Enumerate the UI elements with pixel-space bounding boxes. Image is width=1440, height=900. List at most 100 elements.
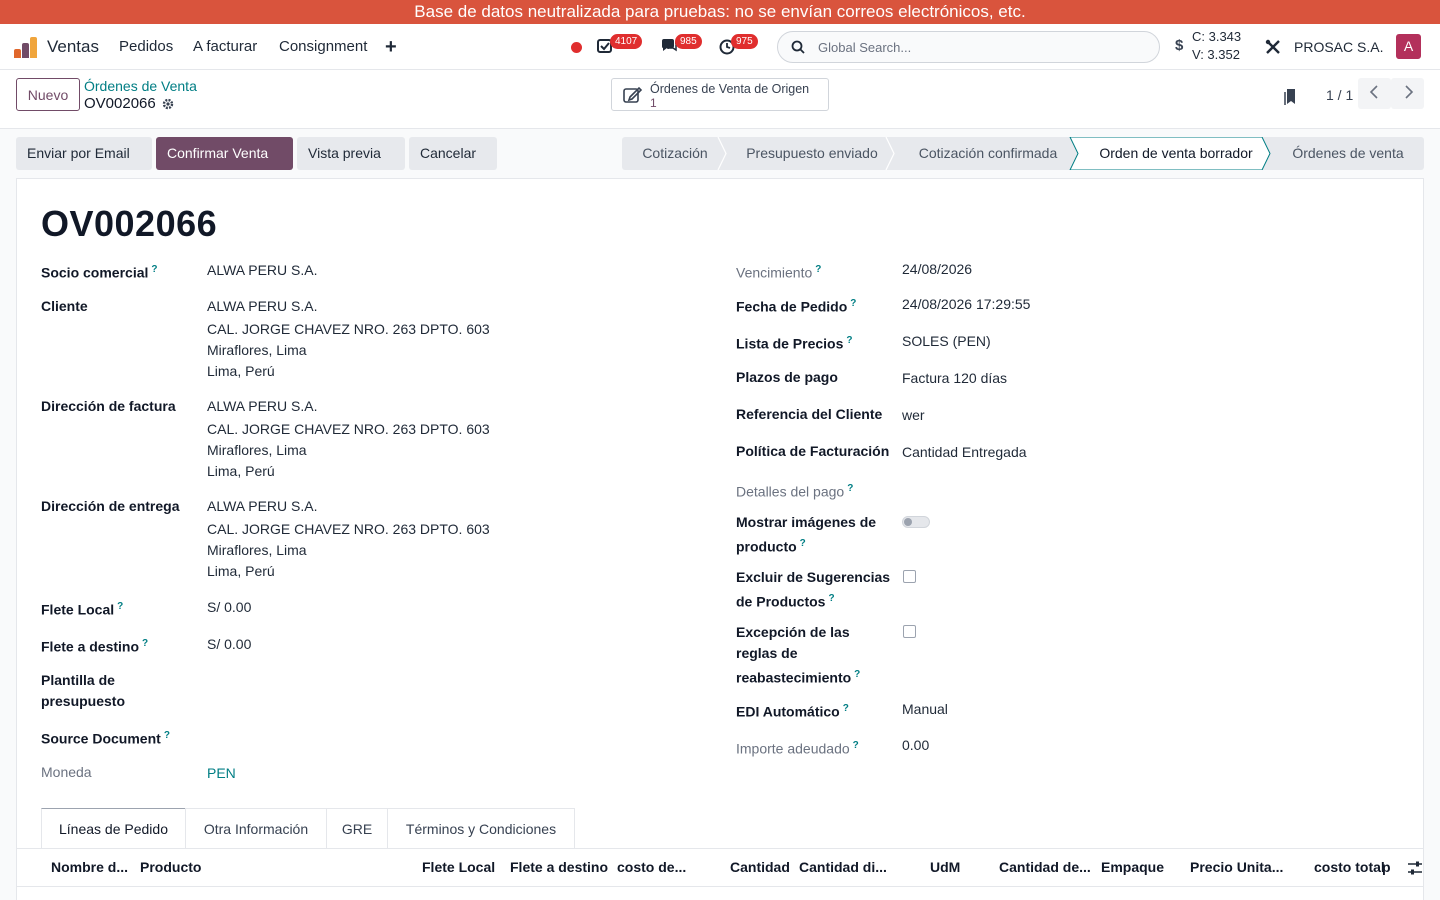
col-cantidad-de[interactable]: Cantidad de...	[999, 859, 1091, 875]
lista-precios-value[interactable]: SOLES (PEN)	[902, 331, 991, 352]
help-icon[interactable]: ?	[151, 264, 157, 275]
col-cantidad-di[interactable]: Cantidad di...	[799, 859, 887, 875]
source-document-field[interactable]	[207, 725, 507, 746]
excepcion-reglas-checkbox[interactable]	[903, 625, 916, 638]
address-line: ALWA PERU S.A.	[207, 398, 318, 414]
tab-terminos-condiciones[interactable]: Términos y Condiciones	[387, 808, 575, 848]
referencia-cliente-value[interactable]: wer	[902, 405, 925, 426]
tab-lineas-de-pedido[interactable]: Líneas de Pedido	[41, 808, 186, 848]
menu-pedidos[interactable]: Pedidos	[119, 24, 173, 70]
pager-previous-button[interactable]	[1358, 78, 1391, 109]
help-icon[interactable]: ?	[847, 483, 853, 494]
plantilla-label: Plantilla de presupuesto	[41, 672, 126, 709]
col-costo-de[interactable]: costo de...	[617, 859, 686, 875]
help-icon[interactable]: ?	[846, 335, 852, 346]
help-icon[interactable]: ?	[164, 730, 170, 741]
factura-address[interactable]: ALWA PERU S.A. CAL. JORGE CHAVEZ NRO. 26…	[207, 396, 490, 482]
tab-gre[interactable]: GRE	[326, 808, 388, 848]
entrega-address[interactable]: ALWA PERU S.A. CAL. JORGE CHAVEZ NRO. 26…	[207, 496, 490, 582]
preview-button[interactable]: Vista previa	[297, 137, 405, 170]
col-cantidad[interactable]: Cantidad	[730, 859, 790, 875]
col-costo-total[interactable]: costo total	[1314, 859, 1385, 875]
quick-create-plus-icon[interactable]: +	[385, 24, 397, 70]
socio-value[interactable]: ALWA PERU S.A.	[207, 260, 317, 281]
help-icon[interactable]: ?	[850, 298, 856, 309]
stage-cotizacion-confirmada[interactable]: Cotización confirmada	[894, 137, 1082, 170]
mostrar-imagenes-toggle[interactable]	[902, 516, 930, 528]
excluir-sugerencias-checkbox[interactable]	[903, 570, 916, 583]
help-icon[interactable]: ?	[853, 740, 859, 751]
form-statusbar: Enviar por Email Confirmar Venta Vista p…	[0, 129, 1440, 178]
global-search-box[interactable]	[777, 31, 1160, 63]
new-record-button[interactable]: Nuevo	[16, 78, 80, 111]
fecha-pedido-value[interactable]: 24/08/2026 17:29:55	[902, 294, 1030, 315]
vencimiento-label: Vencimiento?	[736, 264, 822, 281]
optional-columns-sliders-icon[interactable]	[1407, 860, 1423, 876]
flete-local-value[interactable]: S/ 0.00	[207, 597, 251, 618]
col-precio-unitario[interactable]: Precio Unita...	[1190, 859, 1283, 875]
col-flete-destino[interactable]: Flete a destino	[510, 859, 608, 875]
source-document-label: Source Document?	[41, 730, 170, 747]
currency-dollar-icon[interactable]: $	[1175, 37, 1183, 54]
record-actions-gear-icon[interactable]	[162, 98, 174, 110]
menu-consignment[interactable]: Consignment	[279, 24, 367, 70]
address-line: CAL. JORGE CHAVEZ NRO. 263 DPTO. 603	[207, 421, 490, 437]
col-producto[interactable]: Producto	[140, 859, 201, 875]
activities-badge: 4107	[610, 34, 643, 49]
cliente-address[interactable]: ALWA PERU S.A. CAL. JORGE CHAVEZ NRO. 26…	[207, 296, 490, 382]
pager-value[interactable]: 1 / 1	[1326, 87, 1353, 103]
send-by-email-button[interactable]: Enviar por Email	[16, 137, 152, 170]
breadcrumb-parent-link[interactable]: Órdenes de Venta	[84, 78, 197, 94]
pager-next-button[interactable]	[1391, 78, 1424, 109]
moneda-value-link[interactable]: PEN	[207, 763, 236, 784]
col-truncated[interactable]: p	[1382, 859, 1390, 875]
stage-presupuesto-enviado[interactable]: Presupuesto enviado	[726, 137, 898, 170]
vencimiento-value[interactable]: 24/08/2026	[902, 259, 972, 280]
stage-cotizacion[interactable]: Cotización	[622, 137, 728, 170]
help-icon[interactable]: ?	[828, 593, 834, 604]
tab-otra-informacion[interactable]: Otra Información	[185, 808, 327, 848]
recording-indicator-icon[interactable]	[571, 42, 582, 53]
excepcion-reglas-label: Excepción de las reglas de reabastecimie…	[736, 624, 861, 686]
address-line: CAL. JORGE CHAVEZ NRO. 263 DPTO. 603	[207, 521, 490, 537]
help-icon[interactable]: ?	[854, 669, 860, 680]
plantilla-field[interactable]	[207, 670, 507, 691]
help-icon[interactable]: ?	[800, 538, 806, 549]
header-divider	[17, 886, 1423, 887]
user-avatar[interactable]: A	[1396, 34, 1421, 59]
col-udm[interactable]: UdM	[930, 859, 960, 875]
flete-local-label: Flete Local?	[41, 601, 124, 618]
confirm-sale-button[interactable]: Confirmar Venta	[156, 137, 293, 170]
app-name-menu[interactable]: Ventas	[47, 24, 99, 70]
help-icon[interactable]: ?	[117, 601, 123, 612]
politica-facturacion-label: Política de Facturación	[736, 443, 890, 459]
stage-orden-venta-borrador-active[interactable]: Orden de venta borrador	[1078, 137, 1274, 170]
cliente-label: Cliente	[41, 298, 88, 314]
exchange-rate-buy: C: 3.343	[1192, 29, 1242, 44]
address-line: Lima, Perú	[207, 563, 275, 579]
menu-a-facturar[interactable]: A facturar	[193, 24, 257, 70]
help-icon[interactable]: ?	[843, 703, 849, 714]
col-empaque[interactable]: Empaque	[1101, 859, 1164, 875]
chevron-left-icon	[1369, 85, 1378, 99]
help-icon[interactable]: ?	[815, 264, 821, 275]
help-icon[interactable]: ?	[142, 638, 148, 649]
exchange-rate-sell: V: 3.352	[1192, 47, 1240, 62]
origin-sale-orders-smart-button[interactable]: Órdenes de Venta de Origen 1	[611, 78, 829, 111]
col-flete-local[interactable]: Flete Local	[422, 859, 495, 875]
cancel-button[interactable]: Cancelar	[409, 137, 497, 170]
search-icon	[791, 40, 805, 54]
odoo-sales-app-icon[interactable]	[14, 36, 38, 58]
plazos-pago-value[interactable]: Factura 120 días	[902, 368, 1007, 389]
stage-ordenes-de-venta[interactable]: Órdenes de venta	[1272, 137, 1424, 170]
chevron-right-icon	[1404, 85, 1413, 99]
col-nombre[interactable]: Nombre d...	[51, 859, 128, 875]
company-switcher[interactable]: PROSAC S.A.	[1294, 24, 1383, 70]
global-search-input[interactable]	[818, 38, 1138, 56]
tools-settings-icon[interactable]	[1264, 38, 1282, 56]
edi-automatico-value[interactable]: Manual	[902, 699, 948, 720]
politica-facturacion-value[interactable]: Cantidad Entregada	[902, 442, 1027, 463]
address-line: Miraflores, Lima	[207, 542, 307, 558]
bookmark-icon[interactable]	[1284, 88, 1298, 106]
flete-destino-value[interactable]: S/ 0.00	[207, 634, 251, 655]
